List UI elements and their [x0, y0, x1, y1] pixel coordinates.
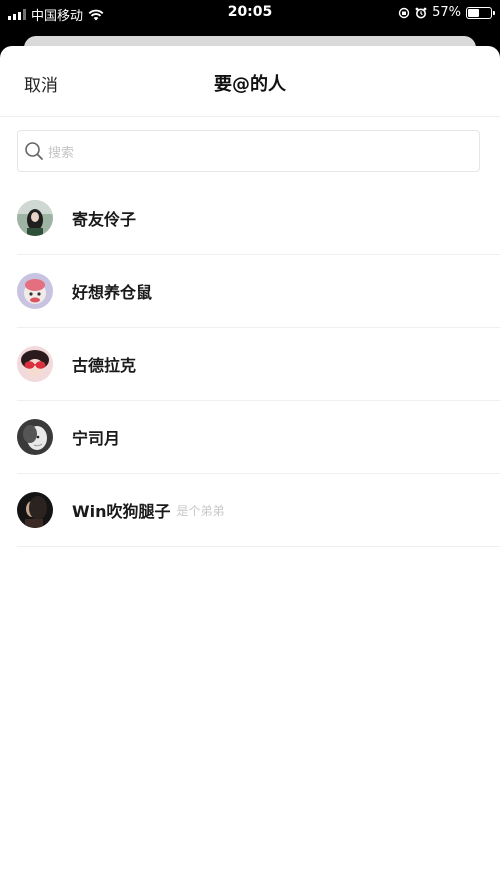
- contact-note: 是个弟弟: [176, 503, 225, 518]
- alarm-icon: [415, 7, 427, 18]
- avatar: [17, 419, 53, 455]
- orientation-lock-icon: [398, 7, 410, 18]
- contact-row[interactable]: 好想养仓鼠: [17, 255, 500, 328]
- mention-sheet: 取消 要@的人 搜索 寄友伶子 好想养仓鼠 古德拉克 宁司月 Win吹狗腿子 是…: [0, 46, 500, 889]
- avatar: [17, 273, 53, 309]
- contact-name: Win吹狗腿子: [72, 502, 171, 521]
- status-bar: 中国移动 20:05 57%: [0, 0, 500, 26]
- contact-list: 寄友伶子 好想养仓鼠 古德拉克 宁司月 Win吹狗腿子 是个弟弟: [17, 182, 500, 547]
- search-icon: [25, 142, 43, 160]
- contact-row[interactable]: Win吹狗腿子 是个弟弟: [17, 474, 500, 547]
- contact-name: 宁司月: [72, 429, 121, 448]
- contact-row[interactable]: 古德拉克: [17, 328, 500, 401]
- sheet-header: 取消 要@的人: [0, 46, 500, 117]
- battery-icon: [466, 6, 495, 19]
- contact-name: 古德拉克: [72, 356, 137, 375]
- contact-name: 好想养仓鼠: [72, 283, 153, 302]
- avatar: [17, 346, 53, 382]
- contact-name: 寄友伶子: [72, 210, 137, 229]
- avatar: [17, 492, 53, 528]
- contact-row[interactable]: 寄友伶子: [17, 182, 500, 255]
- battery-fill: [468, 8, 479, 17]
- page-title: 要@的人: [214, 74, 286, 95]
- status-right: 57%: [398, 5, 495, 20]
- search-input[interactable]: 搜索: [17, 130, 480, 172]
- contact-row[interactable]: 宁司月: [17, 401, 500, 474]
- avatar: [17, 200, 53, 236]
- search-placeholder: 搜索: [48, 145, 75, 161]
- battery-percent: 57%: [432, 5, 461, 20]
